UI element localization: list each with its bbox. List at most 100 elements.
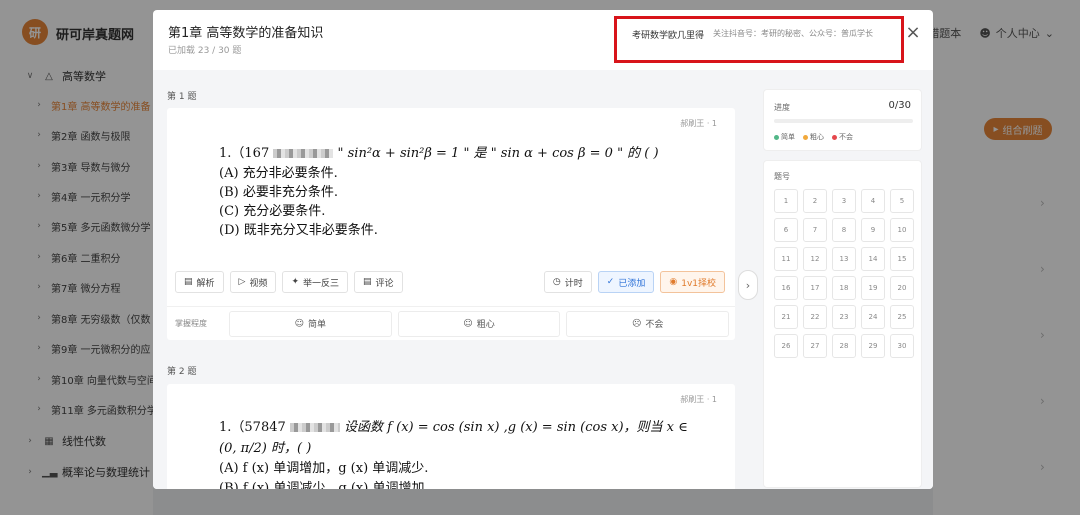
close-icon[interactable]: × <box>903 22 923 43</box>
question-number-9[interactable]: 9 <box>861 218 885 242</box>
clock-icon: ◷ <box>552 277 561 287</box>
question-number-24[interactable]: 24 <box>861 305 885 329</box>
analysis-label: 解析 <box>196 278 215 289</box>
location-pin-icon: ◉ <box>669 277 678 287</box>
question-number-15[interactable]: 15 <box>890 247 914 271</box>
analysis-button[interactable]: ▤ 解析 <box>175 271 224 293</box>
sparkle-icon: ✦ <box>291 277 300 287</box>
modal-body: 第 1 题 郝刷王 · 1 1.（167 " sin²α + sin²β = 1… <box>153 70 933 489</box>
legend-easy: 简单 <box>774 132 795 142</box>
question-number-25[interactable]: 25 <box>890 305 914 329</box>
question-source: 郝刷王 · 1 <box>680 395 717 404</box>
neutral-face-icon: ☺ <box>463 318 473 329</box>
option-b: (B) 必要非充分条件. <box>219 181 338 200</box>
option-c-text: (C) 充分必要条件. <box>219 204 326 219</box>
option-b-text: (B) 必要非充分条件. <box>219 185 338 200</box>
option-a-text: (A) 充分非必要条件. <box>219 166 338 181</box>
option-d: (D) 既非充分又非必要条件. <box>219 219 378 238</box>
question-number-26[interactable]: 26 <box>774 334 798 358</box>
question-number-28[interactable]: 28 <box>832 334 856 358</box>
sad-face-icon: ☹ <box>631 318 642 329</box>
question-number-6[interactable]: 6 <box>774 218 798 242</box>
question-number-10[interactable]: 10 <box>890 218 914 242</box>
highlight-box <box>614 16 904 63</box>
mastery-careless-button[interactable]: ☺ 粗心 <box>397 310 561 337</box>
question-number-card: 题号 1 2 3 4 5 6 7 8 9 10 11 12 13 14 15 16 17 18 19 20 21 22 23… <box>763 160 922 488</box>
blurred-text <box>289 423 340 432</box>
similar-button[interactable]: ✦ 举一反三 <box>282 271 349 293</box>
question-number-5[interactable]: 5 <box>890 189 914 213</box>
question-number-1[interactable]: 1 <box>774 189 798 213</box>
question-number-23[interactable]: 23 <box>832 305 856 329</box>
question-number-18[interactable]: 18 <box>832 276 856 300</box>
question-number-7[interactable]: 7 <box>803 218 827 242</box>
legend-label: 简单 <box>781 133 795 141</box>
question-number-20[interactable]: 20 <box>890 276 914 300</box>
question-number-8[interactable]: 8 <box>832 218 856 242</box>
legend-unknown: 不会 <box>832 132 853 142</box>
mastery-unknown-label: 不会 <box>645 320 664 330</box>
question-actions: ◷ 计时 ✓ 已添加 ◉ 1v1择校 <box>543 271 725 293</box>
question-number-30[interactable]: 30 <box>890 334 914 358</box>
legend-label: 不会 <box>839 133 853 141</box>
mastery-easy-label: 简单 <box>308 320 327 330</box>
question-number-13[interactable]: 13 <box>832 247 856 271</box>
progress-card: 进度 0/30 简单 粗心 不会 <box>763 89 922 151</box>
question-2-stem-line2: (0, π/2) 时，( ) <box>219 437 311 456</box>
modal-title: 第1章 高等数学的准备知识 <box>168 26 324 41</box>
progress-legend: 简单 粗心 不会 <box>774 132 853 142</box>
legend-label: 粗心 <box>810 133 824 141</box>
progress-value: 0/30 <box>888 100 911 111</box>
next-question-button[interactable]: › <box>738 270 758 300</box>
option-a: (A) f (x) 单调增加，g (x) 单调减少. <box>219 457 428 476</box>
question-2-stem: 1.（57847 设函数 f (x) = cos (sin x) ,g (x) … <box>219 416 688 435</box>
document-icon: ▤ <box>184 277 193 287</box>
mastery-row: 掌握程度 ☺ 简单 ☺ 粗心 ☹ 不会 <box>167 306 735 340</box>
timer-button[interactable]: ◷ 计时 <box>543 271 592 293</box>
timer-label: 计时 <box>564 278 583 289</box>
video-button[interactable]: ▷ 视频 <box>229 271 277 293</box>
question-number-grid: 1 2 3 4 5 6 7 8 9 10 11 12 13 14 15 16 17 18 19 20 21 22 23 24 2… <box>774 189 914 358</box>
option-b: (B) f (x) 单调减少，g (x) 单调增加. <box>219 477 429 489</box>
question-number-12[interactable]: 12 <box>803 247 827 271</box>
question-number-16[interactable]: 16 <box>774 276 798 300</box>
question-number-22[interactable]: 22 <box>803 305 827 329</box>
question-1-stem: 1.（167 " sin²α + sin²β = 1 " 是 " sin α +… <box>219 142 659 161</box>
question-number-4[interactable]: 4 <box>861 189 885 213</box>
video-icon: ▷ <box>238 277 246 287</box>
question-number-27[interactable]: 27 <box>803 334 827 358</box>
question-1-label: 第 1 题 <box>167 92 197 102</box>
question-number-3[interactable]: 3 <box>832 189 856 213</box>
question-source: 郝刷王 · 1 <box>680 119 717 128</box>
question-number-19[interactable]: 19 <box>861 276 885 300</box>
school-choice-button[interactable]: ◉ 1v1择校 <box>660 271 725 293</box>
option-d-text: (D) 既非充分又非必要条件. <box>219 223 378 238</box>
question-number-title: 题号 <box>774 172 790 181</box>
question-1-math: " sin²α + sin²β = 1 " 是 " sin α + cos β … <box>337 146 659 161</box>
question-2-math: 设函数 f (x) = cos (sin x) ,g (x) = sin (co… <box>344 420 688 435</box>
chevron-right-icon: › <box>745 278 751 292</box>
question-number-21[interactable]: 21 <box>774 305 798 329</box>
question-id: 1.（167 <box>219 146 270 161</box>
mastery-easy-button[interactable]: ☺ 简单 <box>229 310 392 337</box>
mastery-unknown-button[interactable]: ☹ 不会 <box>566 310 730 337</box>
question-number-2[interactable]: 2 <box>803 189 827 213</box>
legend-dot <box>832 134 837 140</box>
question-number-11[interactable]: 11 <box>774 247 798 271</box>
question-number-17[interactable]: 17 <box>803 276 827 300</box>
progress-bar <box>774 119 913 123</box>
question-number-29[interactable]: 29 <box>861 334 885 358</box>
option-b-text: (B) f (x) 单调减少，g (x) 单调增加. <box>219 481 429 489</box>
added-button[interactable]: ✓ 已添加 <box>597 271 655 293</box>
question-id: 1.（57847 <box>219 420 286 435</box>
mastery-label: 掌握程度 <box>175 319 207 328</box>
question-2-label: 第 2 题 <box>167 367 197 377</box>
comment-button[interactable]: ▤ 评论 <box>354 271 403 293</box>
blurred-text <box>273 149 334 158</box>
question-2-math-line2: (0, π/2) 时，( ) <box>219 441 312 456</box>
smile-icon: ☺ <box>294 318 305 329</box>
school-choice-label: 1v1择校 <box>681 278 716 289</box>
legend-dot <box>803 134 808 140</box>
question-number-14[interactable]: 14 <box>861 247 885 271</box>
comment-label: 评论 <box>375 278 394 289</box>
